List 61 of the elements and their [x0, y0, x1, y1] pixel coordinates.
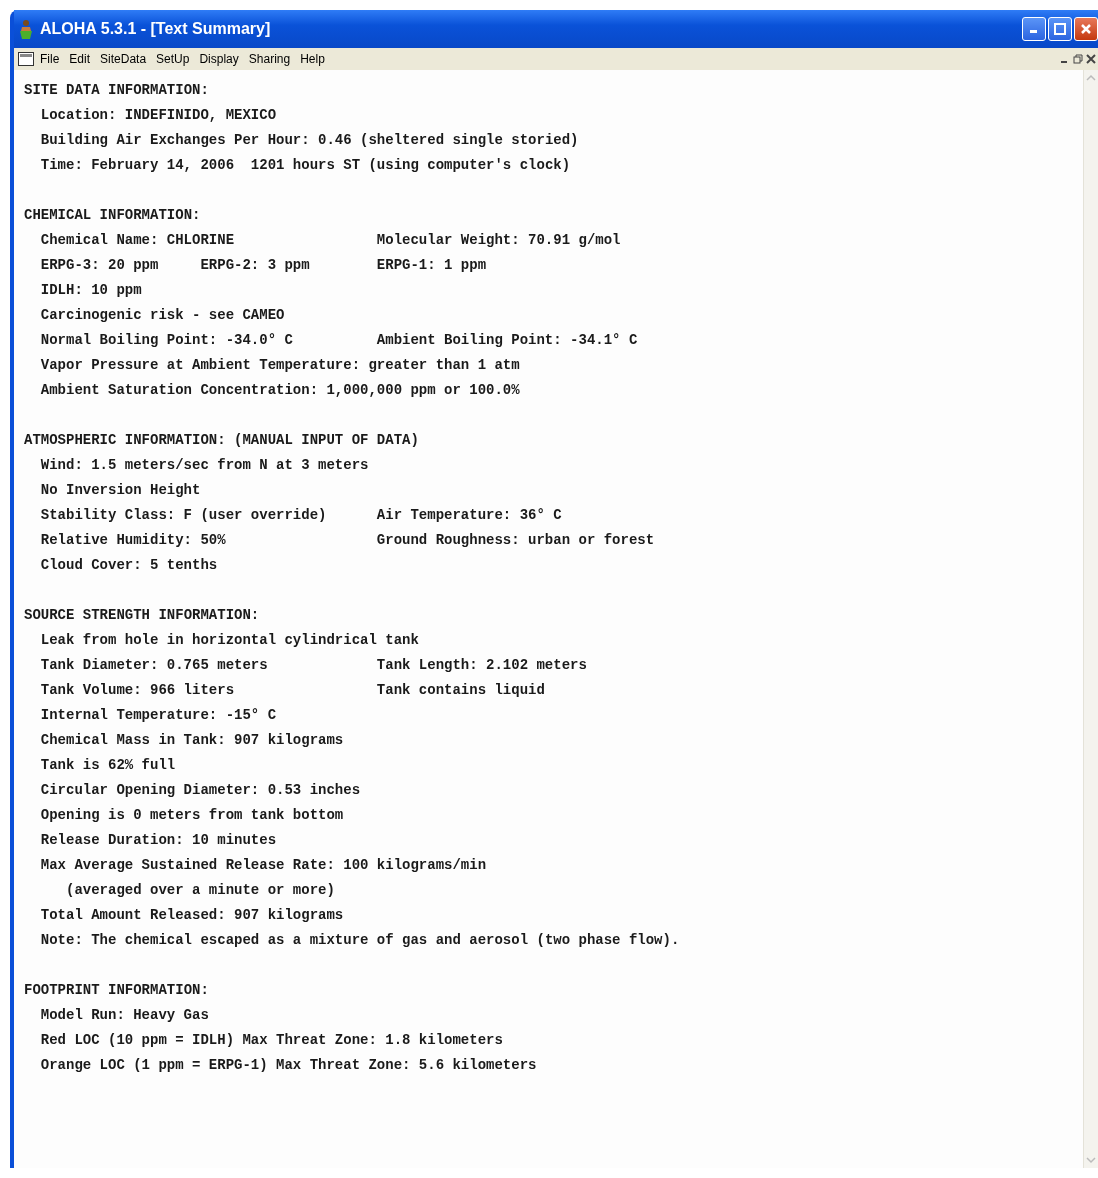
- summary-line: Tank Diameter: 0.765 meters: [40, 656, 269, 675]
- close-icon: [1080, 23, 1092, 35]
- summary-line: Internal Temperature: -15° C: [40, 706, 278, 725]
- summary-line: (averaged over a minute or more): [66, 881, 336, 900]
- summary-line: IDLH: 10 ppm: [40, 281, 143, 300]
- summary-line: Air Temperature: 36° C: [376, 506, 563, 525]
- menu-item[interactable]: SiteData: [96, 51, 151, 67]
- menu-item[interactable]: Sharing: [244, 51, 295, 67]
- section-heading: SITE DATA INFORMATION:: [24, 81, 210, 100]
- summary-line: Tank is 62% full: [40, 756, 177, 775]
- summary-line: Release Duration: 10 minutes: [40, 831, 278, 850]
- summary-line: Carcinogenic risk - see CAMEO: [40, 306, 286, 325]
- section-heading: FOOTPRINT INFORMATION:: [24, 981, 210, 1000]
- window-title: ALOHA 5.3.1 - [Text Summary]: [40, 20, 272, 38]
- restore-icon[interactable]: [1073, 54, 1083, 64]
- summary-line: Stability Class: F (user override): [40, 506, 328, 525]
- summary-line: Cloud Cover: 5 tenths: [40, 556, 219, 575]
- summary-line: Ambient Boiling Point: -34.1° C: [376, 331, 639, 350]
- document-icon[interactable]: [18, 52, 34, 66]
- summary-line: Leak from hole in horizontal cylindrical tank: [40, 631, 420, 650]
- summary-line: Ground Roughness: urban or forest: [376, 531, 656, 550]
- summary-line: Building Air Exchanges Per Hour: 0.46 (sheltered single storied): [40, 131, 580, 150]
- minimize-button[interactable]: [1022, 17, 1046, 41]
- summary-line: Tank contains liquid: [376, 681, 546, 700]
- summary-line: Relative Humidity: 50%: [40, 531, 227, 550]
- summary-line: Orange LOC (1 ppm = ERPG-1) Max Threat Zone: 5.6 kilometers: [40, 1056, 538, 1075]
- menu-item[interactable]: SetUp: [152, 51, 194, 67]
- summary-line: Total Amount Released: 907 kilograms: [40, 906, 345, 925]
- maximize-icon: [1054, 23, 1066, 35]
- summary-line: Circular Opening Diameter: 0.53 inches: [40, 781, 362, 800]
- summary-line: Chemical Mass in Tank: 907 kilograms: [40, 731, 345, 750]
- menu-item[interactable]: File: [36, 51, 64, 67]
- menu-item[interactable]: Edit: [65, 51, 95, 67]
- summary-line: Chemical Name: CHLORINE: [40, 231, 236, 250]
- summary-line: Red LOC (10 ppm = IDLH) Max Threat Zone: 1.8 kilometers: [40, 1031, 504, 1050]
- close-icon[interactable]: [1086, 54, 1096, 64]
- summary-line: Ambient Saturation Concentration: 1,000,000 ppm or 100.0%: [40, 381, 521, 400]
- summary-line: ERPG-1: 1 ppm: [376, 256, 488, 275]
- summary-line: Location: INDEFINIDO, MEXICO: [40, 106, 278, 125]
- hula-figure-icon: [18, 19, 34, 39]
- section-heading: CHEMICAL INFORMATION:: [24, 206, 202, 225]
- summary-line: Time: February 14, 2006 1201 hours ST (using computer's clock): [40, 156, 572, 175]
- maximize-button[interactable]: [1048, 17, 1072, 41]
- summary-line: Tank Length: 2.102 meters: [376, 656, 588, 675]
- summary-line: Molecular Weight: 70.91 g/mol: [376, 231, 622, 250]
- summary-line: Vapor Pressure at Ambient Temperature: greater than 1 atm: [40, 356, 521, 375]
- summary-line: No Inversion Height: [40, 481, 202, 500]
- summary-line: Tank Volume: 966 liters: [40, 681, 236, 700]
- summary-line: Max Average Sustained Release Rate: 100 kilograms/min: [40, 856, 488, 875]
- summary-line: Normal Boiling Point: -34.0° C: [40, 331, 294, 350]
- summary-line: Opening is 0 meters from tank bottom: [40, 806, 345, 825]
- section-heading: ATMOSPHERIC INFORMATION: (MANUAL INPUT OF DATA): [24, 431, 420, 450]
- section-heading: SOURCE STRENGTH INFORMATION:: [24, 606, 261, 625]
- menu-item[interactable]: Help: [296, 51, 329, 67]
- summary-line: Note: The chemical escaped as a mixture of gas and aerosol (two phase flow).: [40, 931, 681, 950]
- menu-item[interactable]: Display: [195, 51, 243, 67]
- summary-line: ERPG-2: 3 ppm: [200, 256, 311, 275]
- summary-line: ERPG-3: 20 ppm: [40, 256, 160, 275]
- summary-line: Wind: 1.5 meters/sec from N at 3 meters: [40, 456, 370, 475]
- close-button[interactable]: [1074, 17, 1098, 41]
- summary-line: Model Run: Heavy Gas: [40, 1006, 210, 1025]
